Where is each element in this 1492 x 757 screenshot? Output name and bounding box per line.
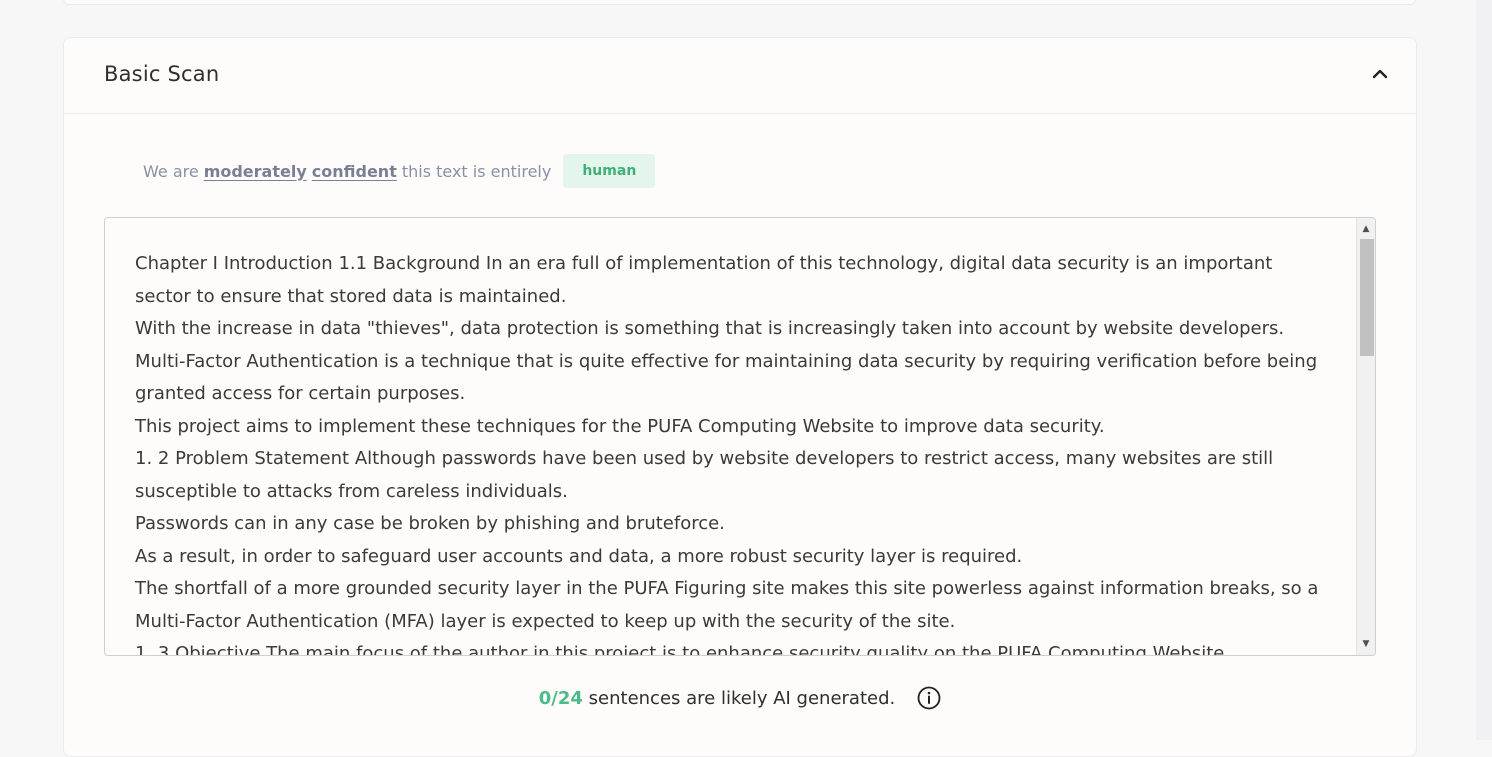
- card-header[interactable]: Basic Scan: [64, 38, 1416, 114]
- ai-sentence-count: 0/24: [538, 687, 583, 709]
- text-paragraph: Chapter I Introduction 1.1 Background In…: [135, 253, 1273, 307]
- text-paragraph: 1. 2 Problem Statement Although password…: [135, 448, 1274, 502]
- verdict-badge: human: [563, 154, 656, 188]
- verdict-emphasis-moderately[interactable]: moderately: [204, 162, 307, 181]
- text-paragraph: This project aims to implement these tec…: [135, 415, 1105, 437]
- text-paragraph: Multi-Factor Authentication is a techniq…: [135, 350, 1318, 405]
- chevron-up-icon[interactable]: [1370, 64, 1390, 84]
- verdict-line: We are moderately confident this text is…: [143, 154, 656, 188]
- page-scroll-track: [1476, 0, 1492, 740]
- text-scrollbar[interactable]: ▲ ▼: [1356, 218, 1375, 655]
- basic-scan-card: Basic Scan We are moderately confident t…: [63, 37, 1417, 757]
- scroll-up-arrow-icon[interactable]: ▲: [1357, 221, 1375, 237]
- scroll-down-arrow-icon[interactable]: ▼: [1357, 636, 1375, 652]
- text-paragraph: As a result, in order to safeguard user …: [135, 545, 1023, 567]
- info-circle-icon[interactable]: [917, 686, 941, 710]
- verdict-prefix: We are: [143, 161, 199, 181]
- card-title: Basic Scan: [104, 62, 220, 86]
- scanned-text: Chapter I Introduction 1.1 Background In…: [135, 248, 1325, 656]
- ai-summary: 0/24 sentences are likely AI generated.: [64, 686, 1416, 710]
- verdict-emphasis-confident[interactable]: confident: [312, 162, 397, 181]
- verdict-suffix: this text is entirely: [401, 161, 552, 181]
- text-paragraph: With the increase in data "thieves", dat…: [135, 318, 1285, 339]
- scanned-text-box[interactable]: Chapter I Introduction 1.1 Background In…: [104, 217, 1376, 656]
- previous-card: [63, 0, 1416, 5]
- text-paragraph: The shortfall of a more grounded securit…: [135, 578, 1319, 632]
- text-paragraph: 1. 3 Objective The main focus of the aut…: [135, 643, 1225, 656]
- scrollbar-thumb[interactable]: [1360, 239, 1374, 356]
- text-paragraph: Passwords can in any case be broken by p…: [135, 513, 725, 534]
- ai-summary-text: sentences are likely AI generated.: [588, 687, 896, 709]
